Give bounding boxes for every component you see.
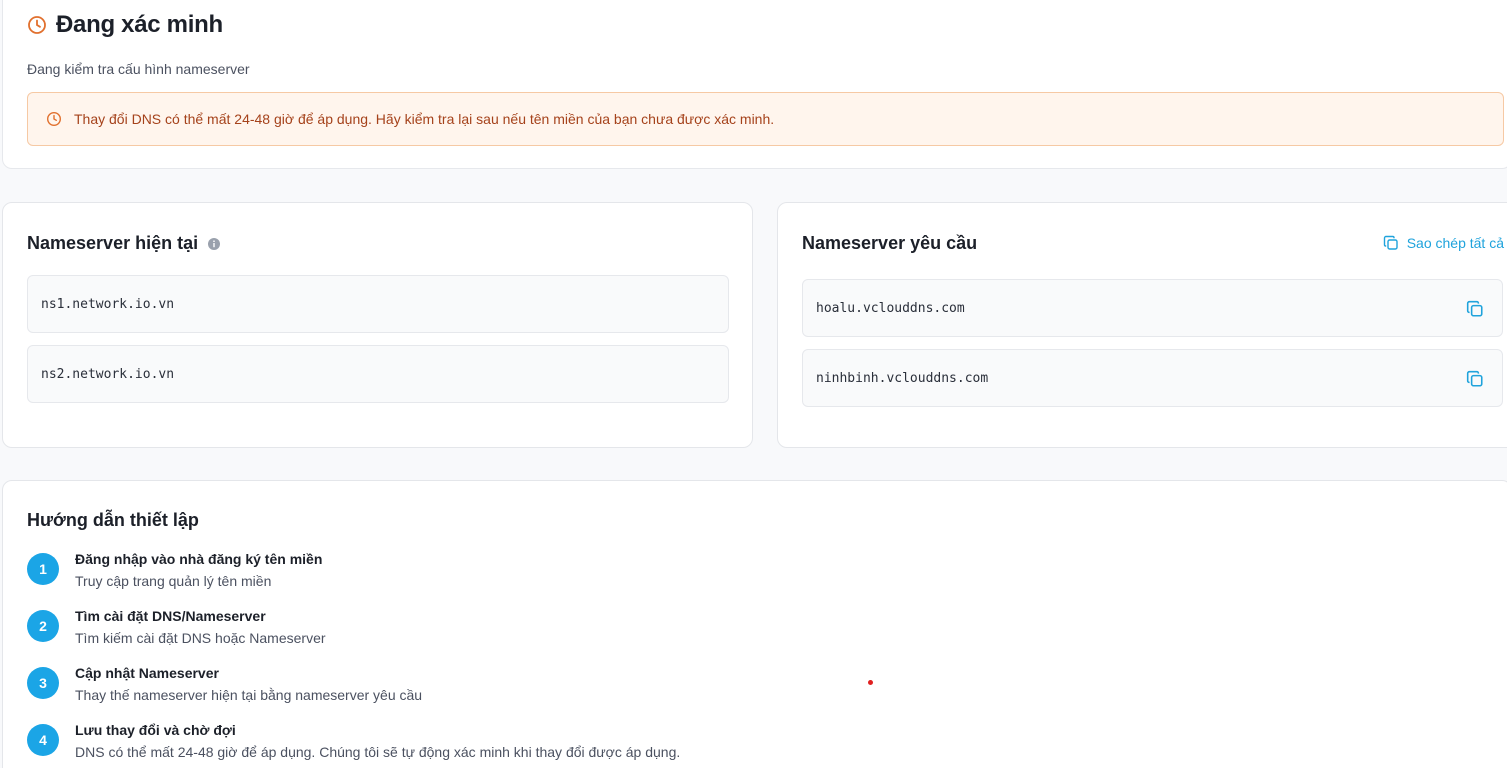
setup-step: 2 Tìm cài đặt DNS/Nameserver Tìm kiếm cà… xyxy=(27,607,326,647)
current-nameserver-row: ns2.network.io.vn xyxy=(27,345,729,403)
copy-icon[interactable] xyxy=(1466,300,1484,318)
step-description: Truy cập trang quản lý tên miền xyxy=(75,573,272,589)
clock-icon xyxy=(28,16,46,34)
status-title: Đang xác minh xyxy=(56,11,223,38)
step-number-badge: 3 xyxy=(27,667,59,699)
step-body: Lưu thay đổi và chờ đợi DNS có thể mất 2… xyxy=(75,721,680,761)
alert-text: Thay đổi DNS có thể mất 24-48 giờ để áp … xyxy=(74,111,775,127)
current-nameserver-title-text: Nameserver hiện tại xyxy=(27,233,199,253)
setup-step: 1 Đăng nhập vào nhà đăng ký tên miền Tru… xyxy=(27,550,322,590)
step-title: Tìm cài đặt DNS/Nameserver xyxy=(75,608,266,624)
copy-all-button[interactable]: Sao chép tất cả xyxy=(1383,235,1504,251)
setup-step: 4 Lưu thay đổi và chờ đợi DNS có thể mất… xyxy=(27,721,680,761)
status-header: Đang xác minh xyxy=(27,11,223,39)
info-icon[interactable] xyxy=(207,237,221,251)
step-body: Đăng nhập vào nhà đăng ký tên miền Truy … xyxy=(75,550,322,590)
copy-icon xyxy=(1383,235,1398,250)
step-description: Thay thế nameserver hiện tại bằng namese… xyxy=(75,687,423,703)
step-description: Tìm kiếm cài đặt DNS hoặc Nameserver xyxy=(75,630,326,646)
required-nameserver-row: hoalu.vclouddns.com xyxy=(802,279,1503,337)
clock-icon xyxy=(46,111,62,127)
copy-all-label: Sao chép tất cả xyxy=(1406,235,1504,251)
cursor-dot xyxy=(868,680,873,685)
setup-guide-card: Hướng dẫn thiết lập 1 Đăng nhập vào nhà … xyxy=(2,480,1507,768)
required-nameserver-title: Nameserver yêu cầu xyxy=(802,233,978,253)
step-number-badge: 1 xyxy=(27,553,59,585)
verification-status-card: Đang xác minh Đang kiểm tra cấu hình nam… xyxy=(2,0,1507,169)
domain-verification-page: Đang xác minh Đang kiểm tra cấu hình nam… xyxy=(0,0,1507,768)
current-nameserver-row: ns1.network.io.vn xyxy=(27,275,729,333)
step-body: Cập nhật Nameserver Thay thế nameserver … xyxy=(75,664,422,704)
status-subtitle: Đang kiểm tra cấu hình nameserver xyxy=(27,61,250,77)
setup-step: 3 Cập nhật Nameserver Thay thế nameserve… xyxy=(27,664,422,704)
required-nameserver-row: ninhbinh.vclouddns.com xyxy=(802,349,1503,407)
step-number-badge: 2 xyxy=(27,610,59,642)
step-title: Cập nhật Nameserver xyxy=(75,665,219,681)
required-nameserver-value: hoalu.vclouddns.com xyxy=(816,300,965,316)
dns-propagation-alert: Thay đổi DNS có thể mất 24-48 giờ để áp … xyxy=(27,92,1504,146)
required-nameserver-value: ninhbinh.vclouddns.com xyxy=(816,370,989,386)
step-description: DNS có thể mất 24-48 giờ để áp dụng. Chú… xyxy=(75,744,681,760)
step-body: Tìm cài đặt DNS/Nameserver Tìm kiếm cài … xyxy=(75,607,326,647)
setup-guide-title: Hướng dẫn thiết lập xyxy=(27,510,199,530)
step-number-badge: 4 xyxy=(27,724,59,756)
step-title: Đăng nhập vào nhà đăng ký tên miền xyxy=(75,551,323,567)
current-nameserver-title: Nameserver hiện tại xyxy=(27,233,221,254)
required-nameserver-card: Nameserver yêu cầu Sao chép tất cả hoalu… xyxy=(777,202,1507,448)
step-title: Lưu thay đổi và chờ đợi xyxy=(75,722,236,738)
current-nameserver-card: Nameserver hiện tại ns1.network.io.vn ns… xyxy=(2,202,753,448)
copy-icon[interactable] xyxy=(1466,370,1484,388)
